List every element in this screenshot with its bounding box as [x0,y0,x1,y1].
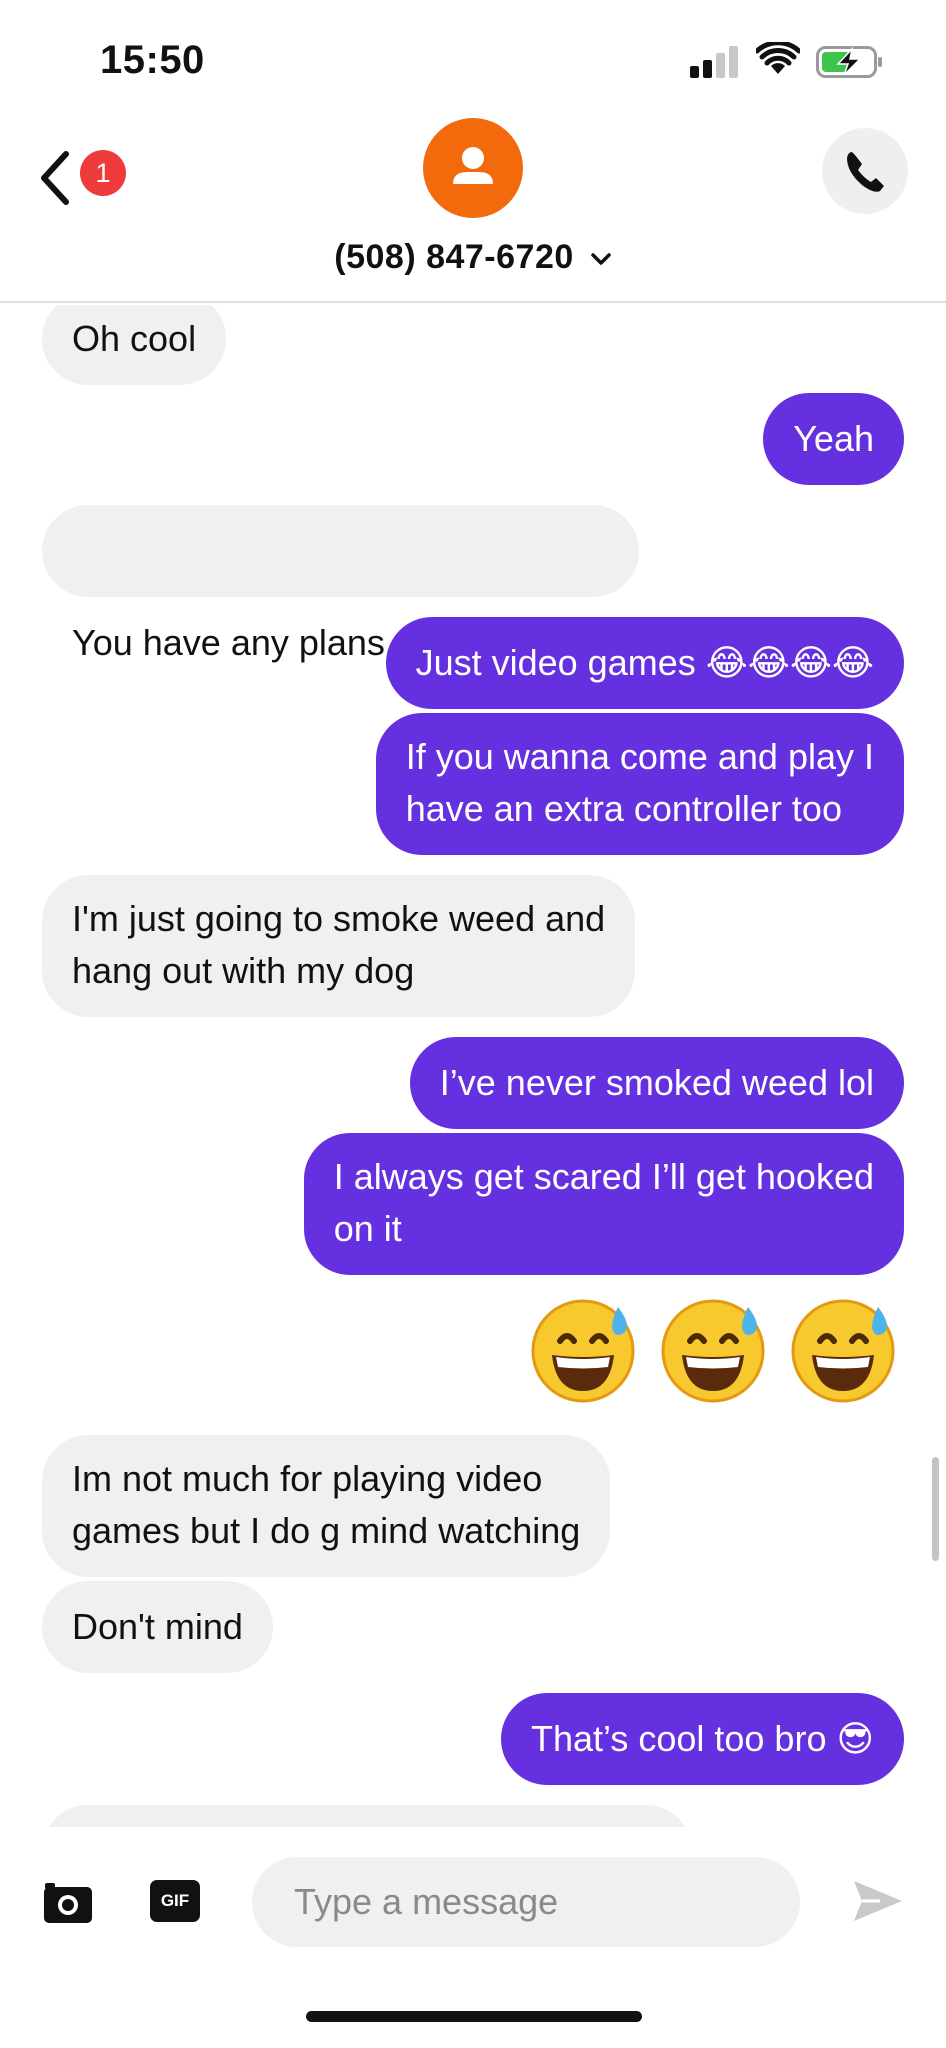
outgoing-message: Just video games 😂😂😂😂 [385,617,904,709]
unread-badge: 1 [80,150,126,196]
message-input[interactable] [252,1857,800,1947]
message-thread[interactable]: Oh cool Yeah You have any plans at all t… [0,305,946,1827]
incoming-message-partial [42,1805,692,1827]
grinning-sweat-emoji [531,1299,635,1403]
outgoing-message: Yeah [763,393,904,485]
send-button[interactable] [850,1877,906,1925]
cellular-signal-icon [690,46,738,78]
contact-name: (508) 847-6720 [334,238,574,276]
gif-button[interactable]: GIF [150,1880,200,1922]
grinning-sweat-emoji [791,1299,895,1403]
contact-avatar[interactable] [423,118,523,218]
wifi-icon [756,42,800,74]
phone-icon [847,152,884,192]
status-time: 15:50 [100,38,205,82]
incoming-message: I'm just going to smoke weed and hang ou… [42,875,636,1017]
status-bar: 15:50 [0,0,946,110]
scrollbar-thumb[interactable] [932,1457,939,1561]
outgoing-message: That’s cool too bro 😎 [500,1693,904,1785]
contact-name-button[interactable]: (508) 847-6720 [0,238,946,277]
home-indicator [306,2011,642,2022]
emoji-only-message [528,1295,898,1405]
outgoing-message: I always get scared I’ll get hooked on i… [303,1133,904,1275]
incoming-message: Don't mind [42,1581,273,1673]
grinning-sweat-emoji [661,1299,765,1403]
outgoing-message: I’ve never smoked weed lol [409,1037,904,1129]
battery-charging-icon [816,46,882,78]
send-icon [854,1881,902,1921]
incoming-message: Im not much for playing video games but … [42,1435,611,1577]
call-button[interactable] [822,128,908,214]
outgoing-message: If you wanna come and play I have an ext… [375,713,904,855]
chevron-down-icon [590,253,611,265]
incoming-message: You have any plans at all tonight? [42,505,640,663]
camera-icon [44,1883,92,1923]
chevron-left-icon [41,151,69,205]
conversation-header: 1 (508) 847-6720 [0,110,946,303]
incoming-message: Oh cool [42,305,227,385]
person-icon [453,147,493,184]
camera-button[interactable] [42,1875,94,1927]
back-button[interactable]: 1 [30,138,140,218]
